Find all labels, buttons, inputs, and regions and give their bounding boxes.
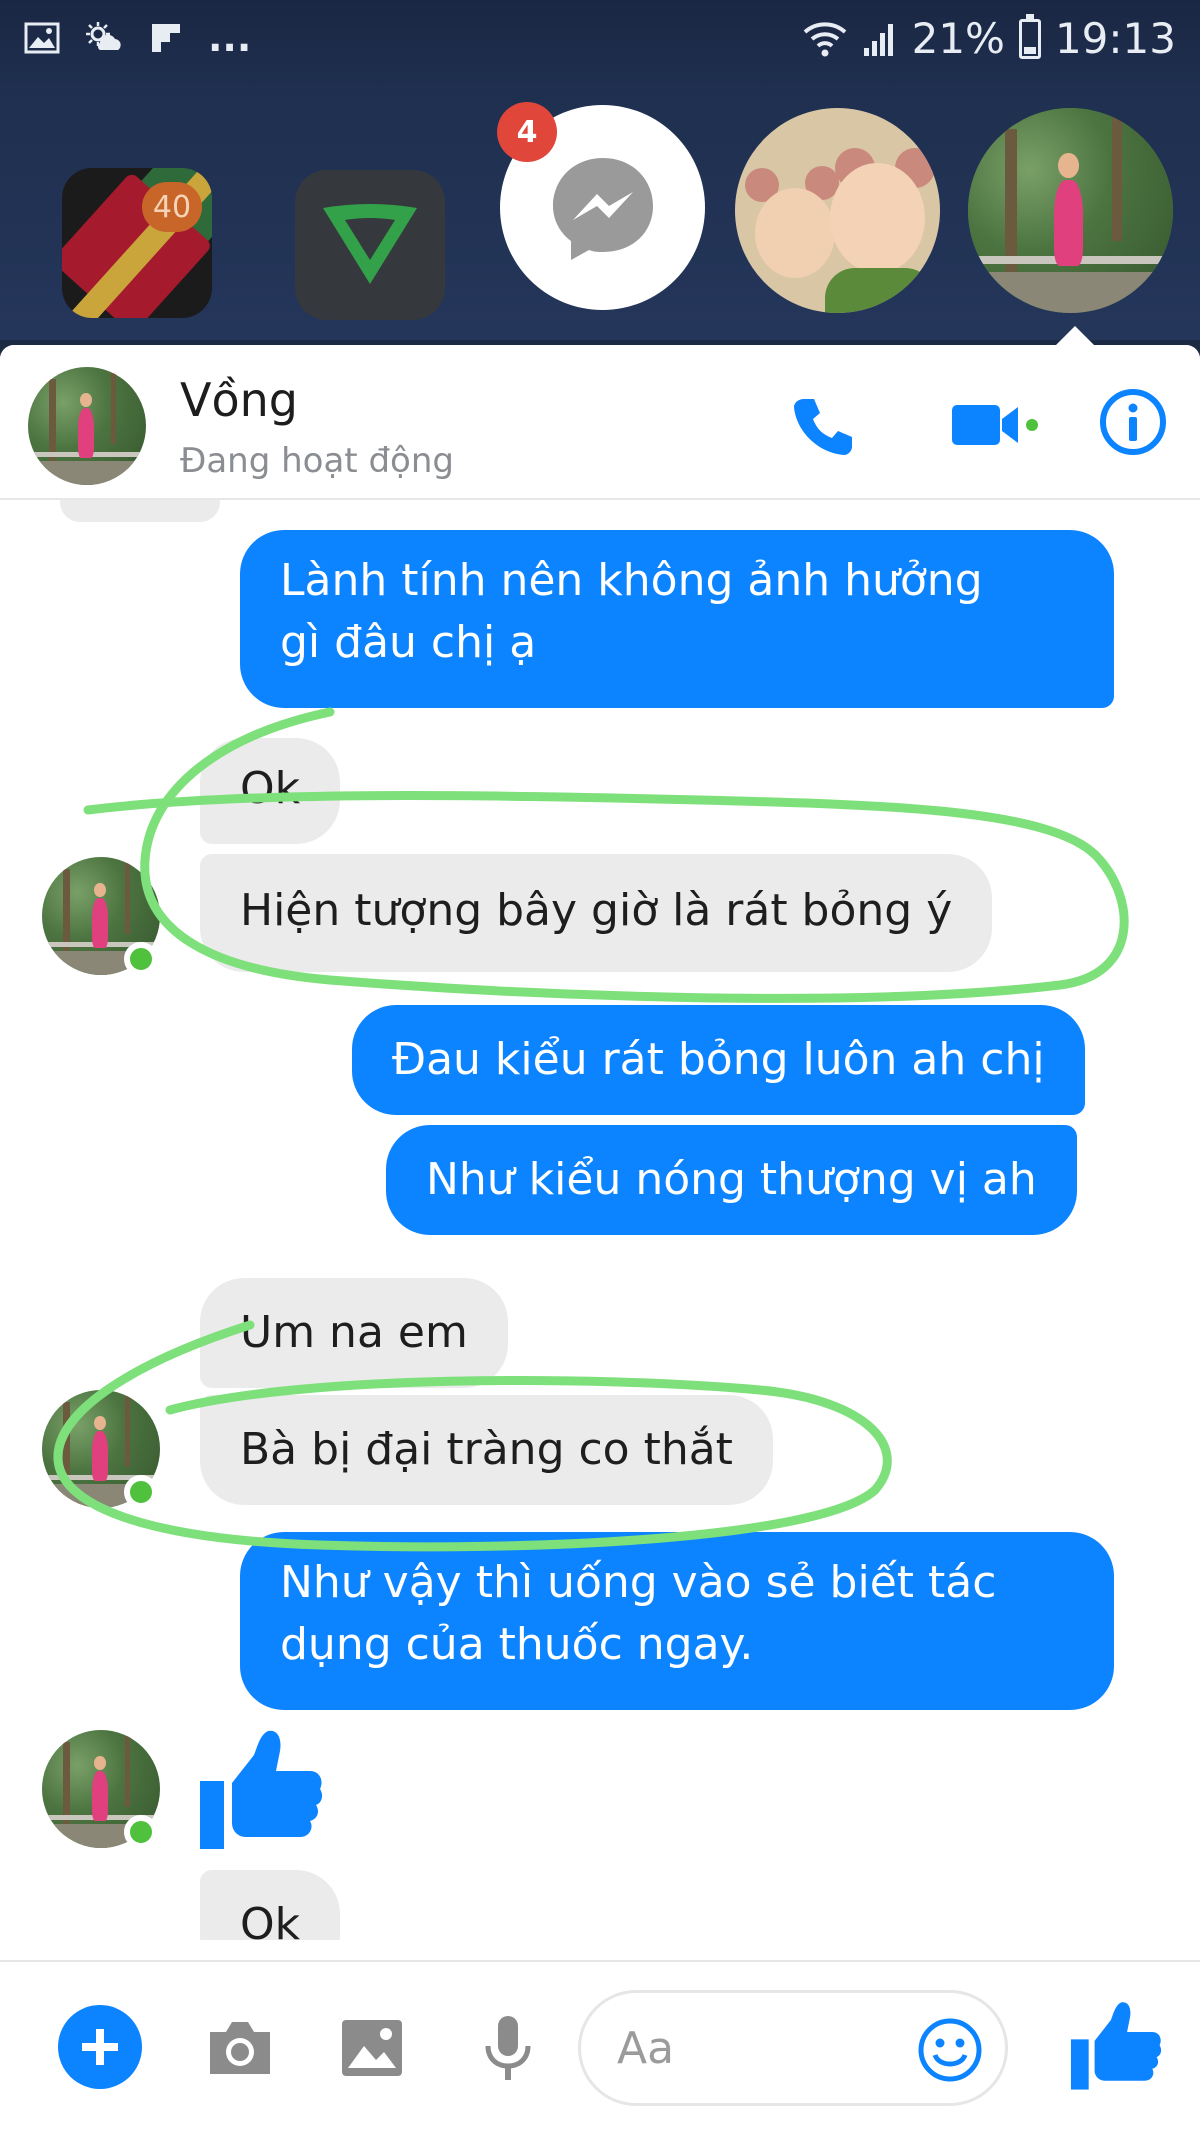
bank-app-icon[interactable] [295, 170, 445, 320]
chat-head-vong[interactable] [968, 108, 1173, 313]
message-bubble-incoming[interactable]: Hiện tượng bây giờ là rát bỏng ý [200, 854, 993, 972]
messenger-unread-badge: 4 [497, 102, 557, 162]
thumbs-up-icon [1070, 2002, 1162, 2090]
weather-icon [84, 18, 124, 58]
more-actions-button[interactable] [58, 2005, 142, 2089]
avatar[interactable] [28, 367, 146, 485]
status-bar-notifications: ... [22, 18, 251, 58]
send-like-button[interactable] [1068, 1998, 1164, 2094]
message-bubble-outgoing[interactable]: Như kiểu nóng thượng vị ah [386, 1125, 1077, 1235]
message-text: Ok [240, 1899, 301, 1940]
clock: 19:13 [1054, 14, 1176, 63]
wifi-icon [803, 21, 846, 56]
emoji-button[interactable] [917, 2017, 983, 2083]
message-text: gì đâu chị ạ [280, 617, 537, 668]
message-text: Ok [240, 763, 301, 814]
status-bar-system: 21% 19:13 [802, 13, 1176, 63]
message-input-placeholder: Aa [617, 2023, 675, 2074]
panel-pointer [1055, 326, 1095, 346]
flipboard-icon [146, 18, 186, 58]
camera-button[interactable] [204, 2012, 276, 2084]
signal-icon [863, 23, 893, 56]
message-bubble-outgoing[interactable]: Lành tính nên không ảnh hưởng gì đâu chị… [240, 530, 1114, 708]
messenger-icon [552, 157, 653, 260]
message-bubble-incoming[interactable]: Bà bị đại tràng co thắt [200, 1395, 773, 1505]
image-gallery-icon [342, 2020, 402, 2076]
message-text: Đau kiểu rát bỏng luôn ah chị [392, 1034, 1045, 1085]
message-bubble-partial [60, 500, 220, 522]
maps-app-icon[interactable]: 40 [62, 168, 212, 318]
more-notifications: ... [208, 16, 252, 60]
video-call-button[interactable] [950, 395, 1040, 455]
battery-percent: 21% [911, 14, 1005, 63]
online-indicator [124, 1475, 158, 1509]
message-bubble-incoming[interactable]: Ok [200, 1870, 341, 1940]
conversation-panel: Vồng Đang hoạt động Lành tính nên không … [0, 345, 1200, 2133]
message-bubble-outgoing[interactable]: Đau kiểu rát bỏng luôn ah chị [352, 1005, 1085, 1115]
video-camera-icon [952, 405, 1038, 445]
message-text: Như vậy thì uống vào sẻ biết tác [280, 1557, 997, 1608]
message-list: Lành tính nên không ảnh hưởng gì đâu chị… [0, 500, 1200, 1940]
phone-call-button[interactable] [790, 393, 856, 459]
info-icon [1100, 389, 1166, 455]
message-text: Như kiểu nóng thượng vị ah [426, 1154, 1037, 1205]
message-bubble-incoming[interactable]: Um na em [200, 1278, 508, 1388]
phone-icon [794, 399, 852, 455]
gallery-button[interactable] [336, 2012, 408, 2084]
message-text: Bà bị đại tràng co thắt [240, 1424, 733, 1475]
maps-badge: 40 [142, 182, 202, 232]
camera-icon [210, 2022, 270, 2074]
message-text: Lành tính nên không ảnh hưởng [280, 555, 983, 606]
online-indicator [124, 1815, 158, 1849]
message-text: dụng của thuốc ngay. [280, 1619, 754, 1670]
battery-icon [1018, 13, 1041, 59]
message-bubble-incoming[interactable]: Ok [200, 738, 341, 844]
message-composer: Aa [0, 1960, 1200, 2133]
online-indicator [124, 942, 158, 976]
message-input[interactable]: Aa [578, 1990, 1008, 2106]
message-text: Um na em [240, 1307, 468, 1358]
voice-button[interactable] [472, 2012, 544, 2084]
thumbs-up-icon [200, 1730, 323, 1849]
conversation-header: Vồng Đang hoạt động [0, 345, 1200, 500]
message-text: Hiện tượng bây giờ là rát bỏng ý [240, 885, 953, 936]
image-icon [22, 18, 62, 58]
plus-icon [82, 2029, 118, 2065]
info-button[interactable] [1098, 387, 1168, 457]
chat-heads-bar: 40 4 [0, 90, 1200, 340]
contact-name[interactable]: Vồng [180, 373, 298, 427]
smiley-icon [918, 2018, 982, 2082]
status-bar: ... 21% 19:13 [0, 0, 1200, 90]
chat-head-kids[interactable] [735, 108, 940, 313]
microphone-icon [485, 2016, 531, 2080]
message-bubble-outgoing[interactable]: Như vậy thì uống vào sẻ biết tác dụng củ… [240, 1532, 1114, 1710]
contact-status: Đang hoạt động [180, 441, 454, 481]
